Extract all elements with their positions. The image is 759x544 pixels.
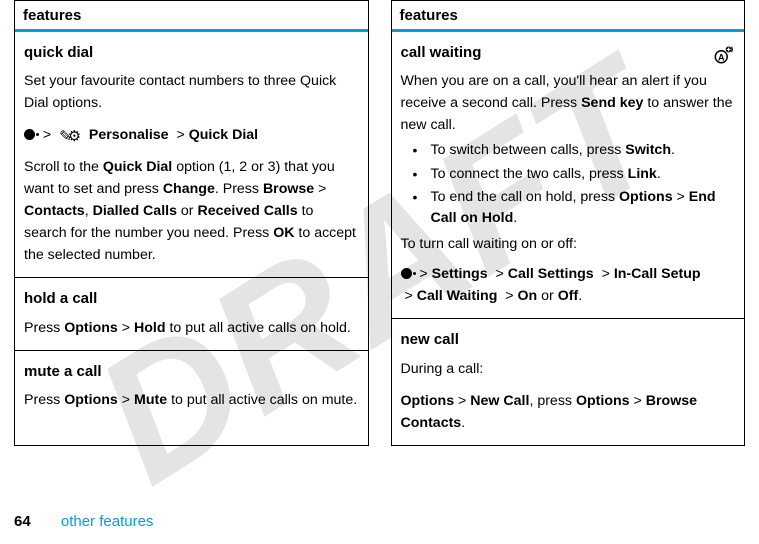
t: On [518,288,538,304]
t: Scroll to the [24,159,103,175]
quick-dial-heading: quick dial [24,41,359,64]
mute-call-heading: mute a call [24,360,359,383]
t: Options [576,393,630,409]
call-waiting-list: To switch between calls, press Switch. T… [401,140,736,229]
mute-call-cell: mute a call Press Options > Mute to put … [15,351,368,422]
t: > [677,189,685,205]
features-header-left: features [15,1,368,32]
hold-call-text: Press Options > Hold to put all active c… [24,317,359,339]
quick-dial-intro: Set your favourite contact numbers to th… [24,70,359,114]
call-waiting-heading: call waiting A [401,41,736,64]
new-call-path: Options > New Call, press Options > Brow… [401,390,736,434]
t: > [122,320,130,336]
new-call-heading: new call [401,328,736,351]
t: Change [163,181,215,197]
t: > [634,393,642,409]
mute-call-text: Press Options > Mute to put all active c… [24,389,359,411]
t: Hold [134,320,166,336]
t: Dialled Calls [93,203,177,219]
call-waiting-cell: call waiting A When you are on a call, y… [392,32,745,319]
new-call-cell: new call During a call: Options > New Ca… [392,319,745,444]
t: > [602,266,610,282]
t: Received Calls [197,203,297,219]
t: Options [619,189,673,205]
t: Link [628,166,657,182]
call-waiting-path: > Settings > Call Settings > In-Call Set… [401,263,736,307]
gt: > [176,127,184,143]
network-feature-icon: A [713,43,735,65]
t: New Call [470,393,529,409]
quick-dial-path: > ✎⚙ Personalise > Quick Dial [24,124,359,146]
gt: > [43,127,51,143]
call-waiting-toggle-intro: To turn call waiting on or off: [401,233,736,255]
t: > [458,393,466,409]
t: Send key [581,95,643,111]
left-column: features quick dial Set your favourite c… [14,0,369,446]
t: , press [529,393,576,409]
quick-dial-cell: quick dial Set your favourite contact nu… [15,32,368,278]
t: to put all active calls on mute. [167,392,357,408]
t: > [496,266,504,282]
t: Press [24,320,64,336]
hold-call-heading: hold a call [24,287,359,310]
personalise-icon: ✎⚙ [59,129,77,144]
hold-call-cell: hold a call Press Options > Hold to put … [15,278,368,350]
t: > [122,392,130,408]
nav-key-icon [24,129,35,140]
t: or [537,288,558,304]
t: > [505,288,513,304]
t: call waiting [401,44,482,61]
t: Call Waiting [417,288,498,304]
t: . [578,288,582,304]
svg-text:A: A [718,52,725,62]
t: to put all active calls on hold. [166,320,351,336]
list-item: To switch between calls, press Switch. [413,140,736,161]
quick-dial-label: Quick Dial [189,127,258,143]
list-item: To end the call on hold, press Options >… [413,187,736,230]
t: Options [64,320,118,336]
quick-dial-instructions: Scroll to the Quick Dial option (1, 2 or… [24,156,359,266]
section-label: other features [61,513,154,530]
t: To end the call on hold, press [431,189,620,205]
t: Browse [263,181,314,197]
page-footer: 64 other features [14,513,153,530]
t: To switch between calls, press [431,142,626,158]
t: OK [273,225,294,241]
t: > [419,266,427,282]
t: Quick Dial [103,159,172,175]
t: Press [24,392,64,408]
t: Switch [625,142,671,158]
t: . Press [215,181,263,197]
t: Options [401,393,455,409]
t: Options [64,392,118,408]
list-item: To connect the two calls, press Link. [413,164,736,185]
new-call-intro: During a call: [401,358,736,380]
t: > [404,288,412,304]
t: Off [558,288,579,304]
t: or [177,203,198,219]
t: > [318,181,326,197]
t: , [85,203,93,219]
t: Contacts [24,203,85,219]
personalise-label: Personalise [89,127,169,143]
page-number: 64 [14,513,31,530]
t: In-Call Setup [614,266,701,282]
t: Settings [432,266,488,282]
t: Call Settings [508,266,594,282]
nav-key-icon [401,268,412,279]
call-waiting-intro: When you are on a call, you'll hear an a… [401,70,736,136]
t: To connect the two calls, press [431,166,628,182]
features-header-right: features [392,1,745,32]
content-columns: features quick dial Set your favourite c… [0,0,759,446]
right-column: features call waiting A When you are on … [391,0,746,446]
t: Mute [134,392,167,408]
